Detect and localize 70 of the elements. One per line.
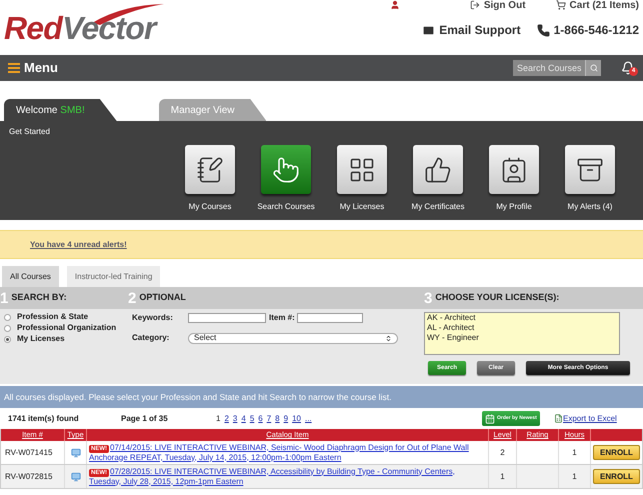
search-by-radio[interactable]: Profession & State xyxy=(4,312,128,322)
view-tab[interactable]: Welcome SMB! xyxy=(4,99,117,121)
id-card-icon xyxy=(500,156,528,184)
page-link[interactable]: 10 xyxy=(292,412,301,424)
page-link[interactable]: ... xyxy=(304,412,312,424)
top-link[interactable]: Cart (21 Items) xyxy=(556,0,639,12)
course-tab[interactable]: Instructor-led Training xyxy=(66,266,160,287)
hours-cell: 1 xyxy=(559,465,591,488)
calendar-icon xyxy=(485,414,495,424)
user-icon[interactable] xyxy=(390,0,400,10)
cart-icon xyxy=(556,0,566,10)
page-link[interactable]: 5 xyxy=(250,412,254,424)
search-icon xyxy=(590,64,598,72)
unread-alerts-link[interactable]: You have 4 unread alerts! xyxy=(30,238,127,250)
page-link[interactable]: 4 xyxy=(241,412,246,424)
hours-cell: 1 xyxy=(559,441,591,464)
enroll-button[interactable]: ENROLL xyxy=(593,445,640,460)
search-by-radio[interactable]: Professional Organization xyxy=(4,323,128,333)
thumbs-up-icon xyxy=(424,156,452,184)
info-bar: All courses displayed. Please select your Profession and State and hit Search to narrow the course list. xyxy=(0,386,643,408)
page-link[interactable]: 6 xyxy=(258,412,263,424)
level-cell: 1 xyxy=(489,465,517,488)
notepad-icon xyxy=(196,156,224,184)
license-list[interactable]: AK - Architect AL - Architect WY - Engineer xyxy=(424,312,620,355)
spreadsheet-icon xyxy=(554,414,563,423)
item-number-cell: RV-W071415 xyxy=(1,441,65,464)
page-link[interactable]: 3 xyxy=(232,412,238,424)
email-support-link[interactable]: Email Support xyxy=(422,21,521,39)
logo[interactable]: RedVector xyxy=(4,12,156,44)
hand-pointer-icon xyxy=(272,156,300,184)
search-button[interactable] xyxy=(585,60,601,76)
item-number-label: Item #: xyxy=(269,312,295,324)
webinar-icon xyxy=(70,448,80,458)
enroll-button[interactable]: ENROLL xyxy=(593,469,640,484)
course-tab[interactable]: All Courses xyxy=(2,266,59,287)
license-option[interactable]: AL - Architect xyxy=(427,323,617,333)
section-title: SEARCH BY: xyxy=(11,291,67,304)
license-option[interactable]: WY - Engineer xyxy=(427,333,617,343)
results-count: 1741 item(s) found xyxy=(8,412,80,424)
page-link[interactable]: 9 xyxy=(284,412,288,424)
webinar-icon xyxy=(70,472,80,482)
item-number-field[interactable] xyxy=(296,313,363,323)
section-title: CHOOSE YOUR LICENSE(S): xyxy=(435,291,560,304)
search-courses-field[interactable]: Search Courses xyxy=(513,60,585,76)
get-started-label: Get Started xyxy=(9,126,51,138)
level-cell: 2 xyxy=(489,441,517,464)
category-dropdown[interactable]: Select xyxy=(188,332,398,344)
dropdown-arrows-icon xyxy=(385,334,392,342)
page-link[interactable]: 1 xyxy=(216,412,220,424)
grid-icon xyxy=(348,156,376,184)
license-option[interactable]: AK - Architect xyxy=(427,313,617,323)
page-link[interactable]: 2 xyxy=(224,412,229,424)
search-by-radio[interactable]: My Licenses xyxy=(4,334,128,344)
keywords-field[interactable] xyxy=(188,313,266,323)
page-link[interactable]: 7 xyxy=(266,412,272,424)
phone-number[interactable]: 1-866-546-1212 xyxy=(536,21,639,39)
page-link[interactable]: 8 xyxy=(275,412,280,424)
phone-icon xyxy=(536,24,550,36)
category-label: Category: xyxy=(132,332,170,344)
top-link[interactable]: Sign Out xyxy=(470,0,526,12)
bell-icon[interactable] xyxy=(621,61,635,75)
menu-icon xyxy=(8,63,20,73)
item-number-cell: RV-W072815 xyxy=(1,465,65,488)
sign-out-icon xyxy=(470,0,480,10)
drawers-icon xyxy=(576,156,604,184)
section-title: OPTIONAL xyxy=(139,291,186,304)
keywords-label: Keywords: xyxy=(132,312,174,324)
menu-button[interactable]: Menu xyxy=(8,58,58,78)
export-to-excel-link[interactable]: Export to Excel xyxy=(554,412,617,424)
page-indicator: Page 1 of 35 xyxy=(121,412,169,424)
